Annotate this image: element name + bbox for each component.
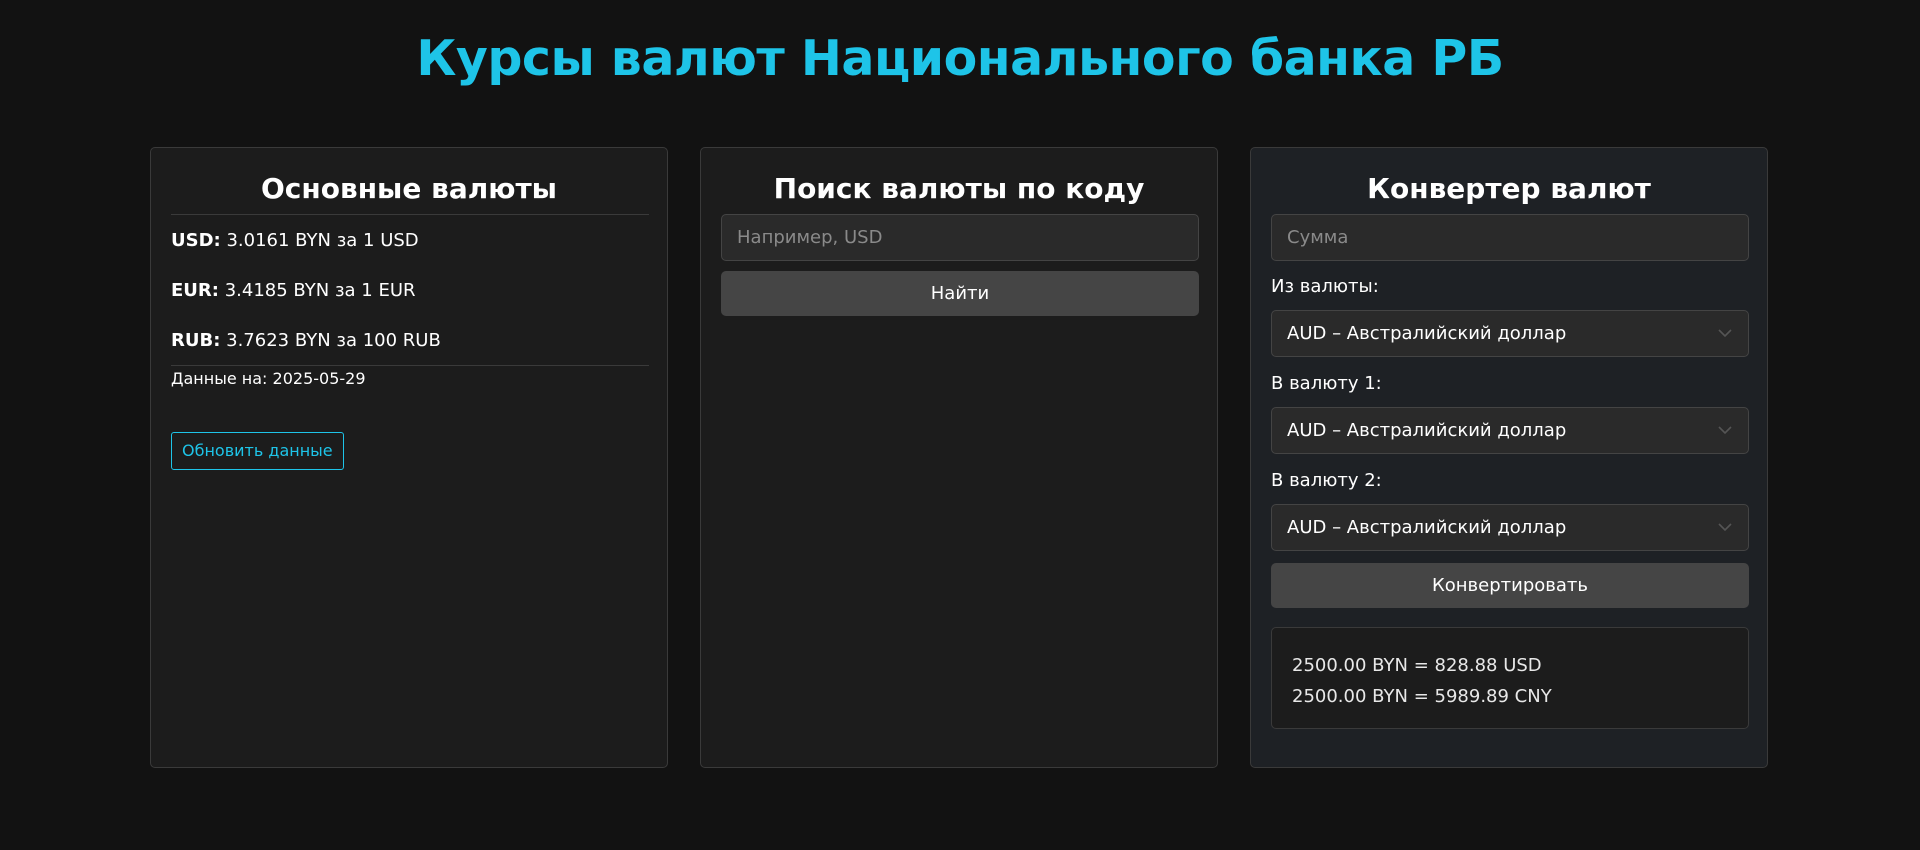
divider — [171, 214, 649, 215]
amount-input[interactable] — [1271, 214, 1749, 261]
chevron-down-icon — [1718, 426, 1732, 435]
from-currency-label: Из валюты: — [1271, 276, 1379, 297]
to-currency-1-value: AUD – Австралийский доллар — [1287, 420, 1567, 441]
search-title: Поиск валюты по коду — [773, 172, 1145, 205]
converter-title: Конвертер валют — [1367, 172, 1651, 205]
currency-code-input[interactable] — [721, 214, 1199, 261]
converter-card: Конвертер валют Из валюты: AUD – Австрал… — [1250, 147, 1768, 768]
to-currency-1-select[interactable]: AUD – Австралийский доллар — [1271, 407, 1749, 454]
data-date: Данные на: 2025-05-29 — [171, 369, 366, 388]
to-currency-1-label: В валюту 1: — [1271, 373, 1382, 394]
result-line: 2500.00 BYN = 5989.89 CNY — [1292, 686, 1552, 707]
search-button[interactable]: Найти — [721, 271, 1199, 316]
rate-usd: USD: 3.0161 BYN за 1 USD — [171, 230, 419, 251]
rate-value: 3.4185 BYN за 1 EUR — [218, 280, 416, 301]
search-card: Поиск валюты по коду Найти — [700, 147, 1218, 768]
page-title: Курсы валют Национального банка РБ — [416, 30, 1504, 87]
divider — [171, 365, 649, 366]
chevron-down-icon — [1718, 523, 1732, 532]
rate-code: RUB: — [171, 330, 221, 351]
rate-code: USD: — [171, 230, 221, 251]
rate-code: EUR: — [171, 280, 219, 301]
to-currency-2-select[interactable]: AUD – Австралийский доллар — [1271, 504, 1749, 551]
main-currencies-card: Основные валюты USD: 3.0161 BYN за 1 USD… — [150, 147, 668, 768]
rate-value: 3.0161 BYN за 1 USD — [220, 230, 419, 251]
chevron-down-icon — [1718, 329, 1732, 338]
to-currency-2-value: AUD – Австралийский доллар — [1287, 517, 1567, 538]
main-currencies-title: Основные валюты — [261, 172, 557, 205]
convert-button[interactable]: Конвертировать — [1271, 563, 1749, 608]
rate-eur: EUR: 3.4185 BYN за 1 EUR — [171, 280, 416, 301]
result-line: 2500.00 BYN = 828.88 USD — [1292, 655, 1542, 676]
from-currency-value: AUD – Австралийский доллар — [1287, 323, 1567, 344]
conversion-result: 2500.00 BYN = 828.88 USD 2500.00 BYN = 5… — [1271, 627, 1749, 729]
refresh-button[interactable]: Обновить данные — [171, 432, 344, 470]
from-currency-select[interactable]: AUD – Австралийский доллар — [1271, 310, 1749, 357]
to-currency-2-label: В валюту 2: — [1271, 470, 1382, 491]
rate-rub: RUB: 3.7623 BYN за 100 RUB — [171, 330, 441, 351]
rate-value: 3.7623 BYN за 100 RUB — [220, 330, 441, 351]
